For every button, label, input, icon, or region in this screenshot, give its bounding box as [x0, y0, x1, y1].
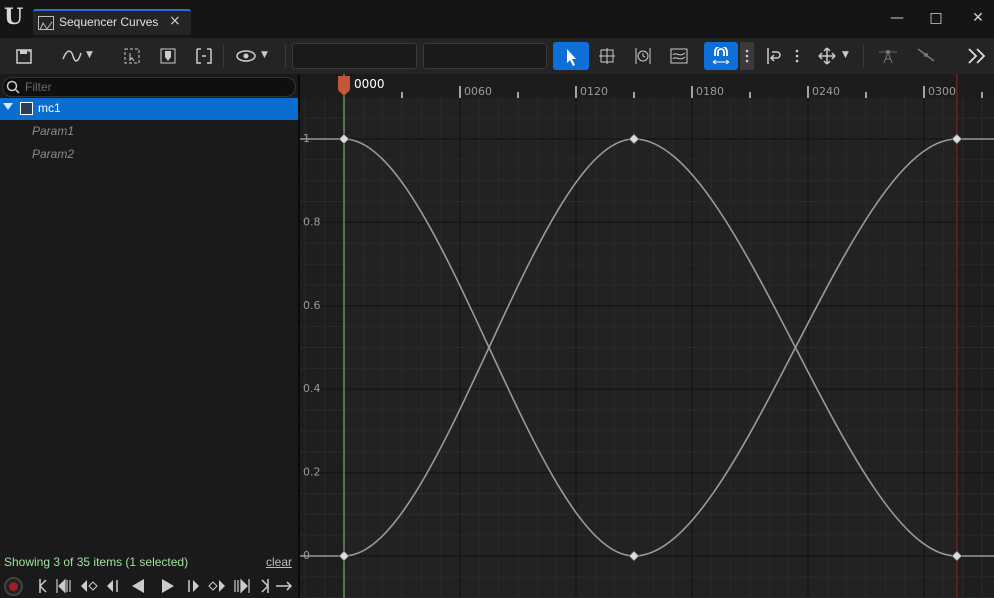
time-ruler[interactable] — [300, 74, 994, 98]
close-window-button[interactable]: ✕ — [965, 7, 991, 29]
filter-input[interactable] — [25, 79, 285, 95]
playhead-frame-label: 0000 — [354, 77, 385, 91]
clear-link[interactable]: clear — [266, 555, 292, 569]
time-snap-options-icon[interactable] — [790, 42, 804, 70]
unreal-logo-icon[interactable]: U — [4, 5, 28, 29]
value-tick-label: 0.8 — [303, 215, 321, 228]
retime-tool-icon[interactable] — [629, 42, 657, 70]
play-icon[interactable] — [158, 576, 178, 596]
loop-mode-icon[interactable] — [274, 576, 294, 596]
previous-key-icon[interactable] — [79, 576, 99, 596]
title-bar: U Sequencer Curves × — □ ✕ — [0, 0, 994, 38]
status-bar: Showing 3 of 35 items (1 selected) clear — [0, 552, 298, 572]
search-icon — [6, 80, 20, 94]
curve-display-icon[interactable] — [57, 42, 85, 70]
chevron-down-icon[interactable]: ▼ — [842, 50, 849, 60]
toolbar-separator — [223, 44, 224, 68]
toolbar-separator — [863, 44, 864, 68]
maximize-button[interactable]: □ — [923, 7, 949, 29]
tangent-auto-icon[interactable] — [873, 42, 901, 70]
ruler-tick-label: 0060 — [464, 85, 492, 98]
tree-item-label: Param1 — [32, 124, 75, 138]
key-value-field[interactable] — [423, 43, 547, 69]
items-count-text: Showing 3 of 35 items (1 selected) — [4, 555, 189, 569]
chevron-down-icon[interactable]: ▼ — [86, 50, 93, 60]
value-tick-label: 0.2 — [303, 466, 321, 479]
snapping-options-icon[interactable] — [740, 42, 754, 70]
tangent-linear-icon[interactable] — [911, 42, 939, 70]
curve-graph-svg[interactable]: 0060 0120 0180 0240 0300 10.80.60.40.20 0000 — [300, 74, 994, 598]
tree-item-label: Param2 — [32, 147, 75, 161]
toolbar-overflow-icon[interactable] — [961, 42, 991, 70]
ruler-tick-label: 0240 — [812, 85, 840, 98]
key-time-field[interactable] — [292, 43, 417, 69]
next-key-icon[interactable] — [207, 576, 227, 596]
tree-item-param2[interactable]: Param2 — [0, 144, 298, 166]
next-frame-icon[interactable] — [231, 576, 251, 596]
tab-sequencer-curves[interactable]: Sequencer Curves × — [33, 9, 191, 35]
axis-snap-move-icon[interactable] — [813, 42, 841, 70]
minimize-button[interactable]: — — [884, 7, 910, 29]
tree-item-mc1[interactable]: mc1 — [0, 98, 298, 120]
jump-to-start-icon[interactable] — [33, 576, 53, 596]
transform-tool-icon[interactable] — [593, 42, 621, 70]
frame-key-icon[interactable] — [154, 42, 182, 70]
select-tool-button[interactable] — [553, 42, 589, 70]
tree-item-label: mc1 — [38, 101, 61, 115]
value-tick-label: 0.4 — [303, 382, 321, 395]
curve-editor-icon — [38, 16, 54, 31]
value-tick-label: 0.6 — [303, 299, 321, 312]
multi-scale-tool-icon[interactable] — [665, 42, 693, 70]
chevron-down-icon[interactable]: ▼ — [261, 50, 268, 60]
select-key-icon[interactable] — [118, 42, 146, 70]
expand-arrow-icon[interactable] — [3, 103, 13, 110]
tree-item-param1[interactable]: Param1 — [0, 121, 298, 143]
frame-all-icon[interactable] — [190, 42, 218, 70]
time-snap-icon[interactable] — [760, 42, 788, 70]
save-icon[interactable]: * — [11, 42, 39, 70]
filter-box — [2, 77, 296, 97]
record-button[interactable] — [4, 577, 23, 596]
play-reverse-icon[interactable] — [128, 576, 148, 596]
visibility-eye-icon[interactable] — [231, 42, 259, 70]
snapping-magnet-button[interactable] — [704, 42, 738, 70]
svg-text:*: * — [27, 48, 31, 57]
step-back-icon[interactable] — [102, 576, 122, 596]
toolbar: * ▼ ▼ ▼ — [0, 38, 994, 74]
ruler-tick-label: 0180 — [696, 85, 724, 98]
ruler-tick-label: 0120 — [580, 85, 608, 98]
tab-close-icon[interactable]: × — [169, 13, 181, 29]
tab-label: Sequencer Curves — [59, 15, 159, 29]
toolbar-separator — [285, 44, 286, 68]
movie-clip-icon — [20, 102, 33, 115]
curve-editor-graph[interactable]: 0060 0120 0180 0240 0300 1 0.8 0.6 0.4 0.2 0 0000 — [300, 74, 994, 598]
curve-tree-panel: mc1 Param1 Param2 Showing 3 of 35 items … — [0, 74, 298, 598]
jump-to-end-icon[interactable] — [255, 576, 275, 596]
step-forward-icon[interactable] — [184, 576, 204, 596]
transport-controls — [0, 574, 298, 598]
ruler-tick-label: 0300 — [928, 85, 956, 98]
previous-frame-icon[interactable] — [55, 576, 75, 596]
